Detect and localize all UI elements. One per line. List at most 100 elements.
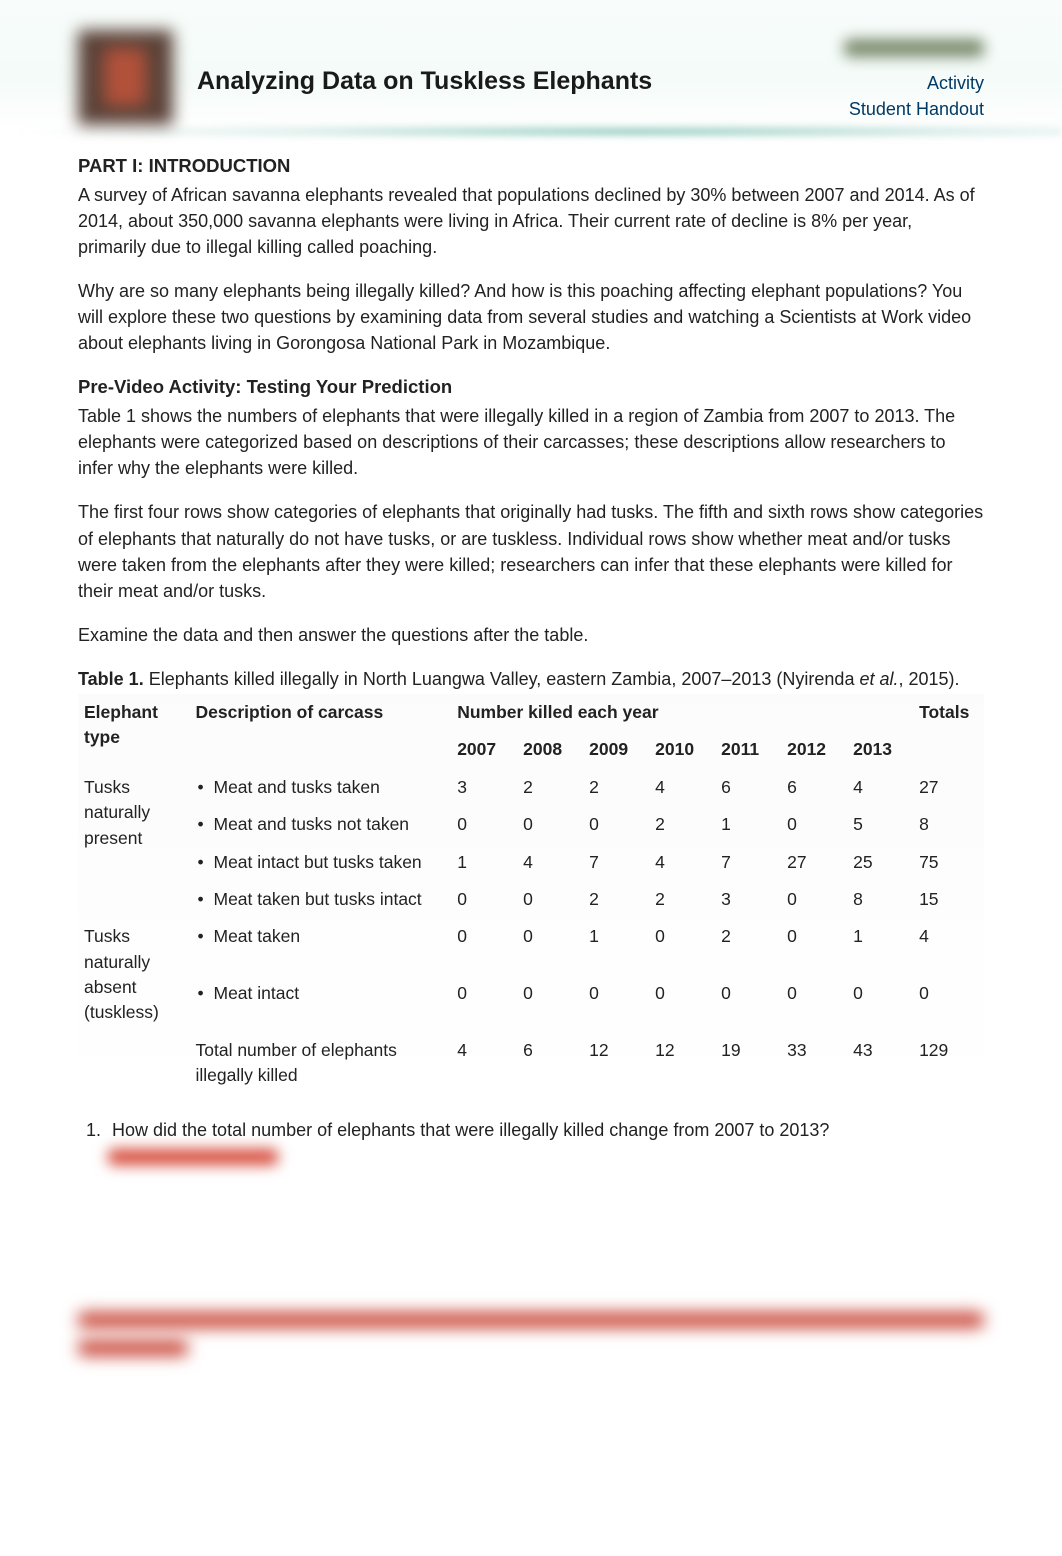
cell: 1 (451, 844, 517, 881)
cell: 1 (583, 918, 649, 975)
row4-desc: Meat taken but tusks intact (196, 889, 422, 909)
intro-para-1: A survey of African savanna elephants re… (78, 182, 984, 260)
handout-label: Student Handout (849, 99, 984, 119)
cell: 0 (517, 975, 583, 1032)
table-row: Meat intact but tusks taken 1 4 7 4 7 27… (78, 844, 984, 881)
footer-blurred (78, 1312, 984, 1356)
cell: 1 (715, 806, 781, 843)
cell: 0 (451, 806, 517, 843)
intro-para-4: The first four rows show categories of e… (78, 499, 984, 603)
table1-caption-text: Elephants killed illegally in North Luan… (144, 669, 860, 689)
row6-desc: Meat intact (196, 983, 300, 1003)
cell: 0 (781, 918, 847, 975)
cell: 2 (583, 881, 649, 918)
cell: 0 (781, 806, 847, 843)
blurred-footer-line (78, 1312, 984, 1328)
total-cell: 12 (649, 1032, 715, 1095)
row-total: 75 (913, 844, 984, 881)
cell: 0 (517, 806, 583, 843)
cell: 6 (715, 769, 781, 806)
total-cell: 6 (517, 1032, 583, 1095)
prevideo-subhead: Pre-Video Activity: Testing Your Predict… (78, 374, 984, 401)
year-2013: 2013 (847, 731, 913, 768)
total-cell: 12 (583, 1032, 649, 1095)
group-tuskless: Tusks naturally absent (tuskless) (78, 918, 190, 1032)
table1-caption-tail: , 2015). (898, 669, 959, 689)
cell: 0 (583, 975, 649, 1032)
cell: 4 (649, 844, 715, 881)
table-row: Meat and tusks not taken 0 0 0 2 1 0 5 8 (78, 806, 984, 843)
cell: 6 (781, 769, 847, 806)
document-thumbnail (78, 30, 173, 125)
col-number-killed: Number killed each year (451, 694, 913, 731)
row-total: 4 (913, 918, 984, 975)
cell: 0 (583, 806, 649, 843)
cell: 2 (517, 769, 583, 806)
part1-heading: PART I: INTRODUCTION (78, 153, 984, 180)
page-title: Analyzing Data on Tuskless Elephants (197, 63, 844, 99)
grand-total: 129 (913, 1032, 984, 1095)
cell: 3 (451, 769, 517, 806)
intro-para-3: Table 1 shows the numbers of elephants t… (78, 403, 984, 481)
intro-para-5: Examine the data and then answer the que… (78, 622, 984, 648)
table1-caption-italic: et al. (859, 669, 898, 689)
cell: 2 (649, 881, 715, 918)
cell: 4 (649, 769, 715, 806)
cell: 0 (649, 975, 715, 1032)
intro-para-2: Why are so many elephants being illegall… (78, 278, 984, 356)
group-tusks-present: Tusks naturally present (78, 769, 190, 919)
row2-desc: Meat and tusks not taken (196, 814, 410, 834)
blurred-logo (844, 39, 984, 57)
total-cell: 43 (847, 1032, 913, 1095)
cell: 4 (517, 844, 583, 881)
total-label: Total number of elephants illegally kill… (190, 1032, 452, 1095)
question-1: How did the total number of elephants th… (106, 1117, 984, 1143)
table-total-row: Total number of elephants illegally kill… (78, 1032, 984, 1095)
cell: 0 (781, 975, 847, 1032)
question-list: How did the total number of elephants th… (78, 1117, 984, 1143)
blurred-answer (108, 1149, 278, 1165)
total-cell: 33 (781, 1032, 847, 1095)
cell: 2 (583, 769, 649, 806)
cell: 2 (715, 918, 781, 975)
table1-label: Table 1. (78, 669, 144, 689)
col-elephant-type: Elephant type (78, 694, 190, 769)
year-2011: 2011 (715, 731, 781, 768)
row3-desc: Meat intact but tusks taken (196, 852, 422, 872)
cell: 2 (649, 806, 715, 843)
blurred-footer-short (78, 1340, 188, 1356)
cell: 0 (517, 918, 583, 975)
cell: 0 (649, 918, 715, 975)
col-description: Description of carcass (190, 694, 452, 769)
cell: 5 (847, 806, 913, 843)
col-totals: Totals (913, 694, 984, 769)
header-right: Activity Student Handout (844, 33, 984, 122)
cell: 0 (517, 881, 583, 918)
cell: 0 (451, 975, 517, 1032)
year-2010: 2010 (649, 731, 715, 768)
table-row: Tusks naturally present Meat and tusks t… (78, 769, 984, 806)
year-2012: 2012 (781, 731, 847, 768)
cell: 0 (781, 881, 847, 918)
table-row: Meat taken but tusks intact 0 0 2 2 3 0 … (78, 881, 984, 918)
cell: 0 (847, 975, 913, 1032)
table-row: Tusks naturally absent (tuskless) Meat t… (78, 918, 984, 975)
year-2008: 2008 (517, 731, 583, 768)
table1: Elephant type Description of carcass Num… (78, 694, 984, 1095)
cell: 1 (847, 918, 913, 975)
row-total: 0 (913, 975, 984, 1032)
cell: 0 (451, 918, 517, 975)
activity-label: Activity (927, 73, 984, 93)
total-cell: 19 (715, 1032, 781, 1095)
table-row: Meat intact 0 0 0 0 0 0 0 0 (78, 975, 984, 1032)
cell: 4 (847, 769, 913, 806)
row5-desc: Meat taken (196, 926, 301, 946)
cell: 0 (715, 975, 781, 1032)
cell: 7 (715, 844, 781, 881)
row-total: 27 (913, 769, 984, 806)
total-cell: 4 (451, 1032, 517, 1095)
row1-desc: Meat and tusks taken (196, 777, 380, 797)
row-total: 15 (913, 881, 984, 918)
row-total: 8 (913, 806, 984, 843)
cell: 8 (847, 881, 913, 918)
